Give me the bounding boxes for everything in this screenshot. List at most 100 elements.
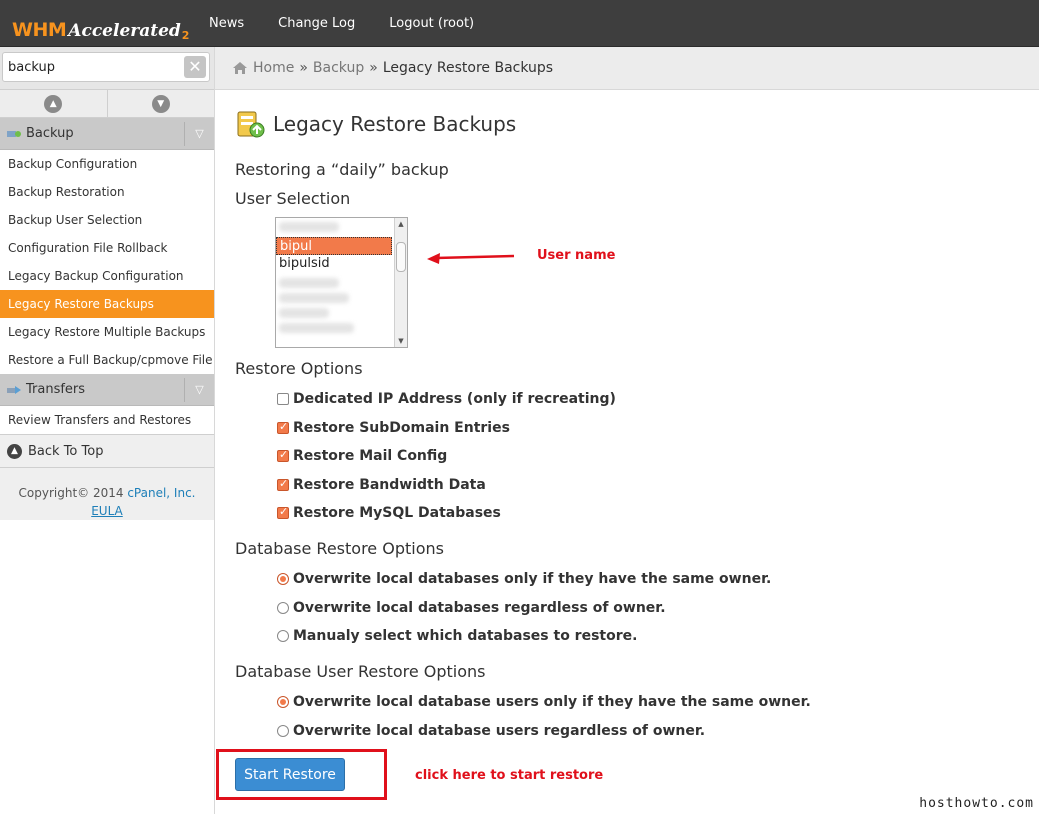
blurred-user-option xyxy=(279,323,354,333)
page-title: Legacy Restore Backups xyxy=(273,112,517,136)
arrow-up-icon: ▲ xyxy=(44,94,63,113)
scroll-down-button[interactable]: ▼ xyxy=(106,90,215,117)
scroll-down-arrow-icon[interactable]: ▼ xyxy=(395,335,407,347)
option-restore-bandwidth[interactable]: Restore Bandwidth Data xyxy=(277,477,486,493)
legacy-restore-icon xyxy=(237,111,265,138)
checkbox[interactable] xyxy=(277,393,289,405)
option-label: Restore Mail Config xyxy=(293,448,448,464)
top-bar: WHM Accelerated 2 News Change Log Logout… xyxy=(0,0,1039,47)
top-nav: News Change Log Logout (root) xyxy=(209,0,508,47)
logo-accelerated-text: Accelerated xyxy=(68,21,181,41)
sidebar-scroll-controls: ▲ ▼ xyxy=(0,90,214,118)
option-restore-mail[interactable]: Restore Mail Config xyxy=(277,448,447,464)
search-box: ✕ xyxy=(2,52,210,82)
list-scrollbar[interactable]: ▲ ▼ xyxy=(394,218,407,347)
checkbox[interactable] xyxy=(277,505,289,519)
user-option-bipulsid[interactable]: bipulsid xyxy=(276,255,392,273)
radio-button[interactable] xyxy=(277,696,289,708)
transfers-icon xyxy=(7,385,21,394)
breadcrumb-home[interactable]: Home xyxy=(253,60,294,76)
scrollbar-thumb[interactable] xyxy=(396,242,406,272)
back-to-top-label: Back To Top xyxy=(28,443,104,459)
sidebar-item-legacy-restore-backups[interactable]: Legacy Restore Backups xyxy=(0,290,214,318)
arrow-down-icon: ▼ xyxy=(151,94,170,113)
radio-button[interactable] xyxy=(277,630,289,642)
whm-logo[interactable]: WHM Accelerated 2 xyxy=(12,8,190,43)
option-label: Overwrite local database users regardles… xyxy=(293,723,706,739)
arrow-up-icon: ▲ xyxy=(7,443,22,459)
sidebar-search-bar: ✕ xyxy=(0,47,214,90)
nav-logout-link[interactable]: Logout (root) xyxy=(389,16,474,31)
annotation-arrow-icon xyxy=(427,253,515,264)
option-label: Restore Bandwidth Data xyxy=(293,477,486,493)
restoring-heading: Restoring a “daily” backup xyxy=(235,160,449,179)
sidebar-item-restore-full-backup[interactable]: Restore a Full Backup/cpmove File xyxy=(0,346,214,374)
sidebar-item-backup-user-selection[interactable]: Backup User Selection xyxy=(0,206,214,234)
breadcrumb: Home » Backup » Legacy Restore Backups xyxy=(215,47,1039,90)
blurred-user-option xyxy=(279,278,339,288)
highlight-box xyxy=(216,749,387,800)
scroll-up-arrow-icon[interactable]: ▲ xyxy=(395,218,407,230)
cpanel-link[interactable]: cPanel, Inc. xyxy=(127,486,195,500)
restore-options-heading: Restore Options xyxy=(235,359,363,378)
chevron-down-icon[interactable]: ▽ xyxy=(184,122,214,146)
sidebar-item-legacy-backup-configuration[interactable]: Legacy Backup Configuration xyxy=(0,262,214,290)
chevron-down-icon[interactable]: ▽ xyxy=(184,378,214,402)
sidebar-group-label: Transfers xyxy=(26,382,86,397)
watermark: hosthowto.com xyxy=(919,796,1034,811)
breadcrumb-backup[interactable]: Backup xyxy=(313,60,364,76)
checkbox[interactable] xyxy=(277,448,289,462)
blurred-user-option xyxy=(279,308,329,318)
sidebar-group-label: Backup xyxy=(26,126,74,141)
option-label: Overwrite local databases regardless of … xyxy=(293,600,666,616)
copyright: Copyright© 2014 cPanel, Inc. EULA xyxy=(0,468,214,520)
option-label: Restore MySQL Databases xyxy=(293,505,501,521)
db-restore-heading: Database Restore Options xyxy=(235,539,444,558)
dbuser-option-regardless[interactable]: Overwrite local database users regardles… xyxy=(277,723,705,739)
option-label: Overwrite local databases only if they h… xyxy=(293,571,772,587)
backup-icon xyxy=(7,130,21,137)
search-input[interactable] xyxy=(3,53,173,81)
checkbox[interactable] xyxy=(277,420,289,434)
option-label: Dedicated IP Address (only if recreating… xyxy=(293,391,616,407)
logo-version-text: 2 xyxy=(181,29,190,42)
scroll-up-button[interactable]: ▲ xyxy=(0,90,107,117)
annotation-click-here: click here to start restore xyxy=(415,768,604,783)
db-option-manual[interactable]: Manualy select which databases to restor… xyxy=(277,628,637,644)
user-select-list[interactable]: bipul bipulsid ▲ ▼ xyxy=(275,217,408,348)
radio-button[interactable] xyxy=(277,725,289,737)
nav-news-link[interactable]: News xyxy=(209,16,244,31)
sidebar-group-backup[interactable]: Backup ▽ xyxy=(0,118,214,150)
option-restore-mysql[interactable]: Restore MySQL Databases xyxy=(277,505,501,521)
sidebar-item-configuration-file-rollback[interactable]: Configuration File Rollback xyxy=(0,234,214,262)
db-option-regardless[interactable]: Overwrite local databases regardless of … xyxy=(277,600,666,616)
clear-search-icon[interactable]: ✕ xyxy=(184,56,206,78)
home-icon[interactable] xyxy=(232,61,248,75)
sidebar-group-transfers[interactable]: Transfers ▽ xyxy=(0,374,214,406)
eula-link[interactable]: EULA xyxy=(91,504,123,518)
logo-whm-text: WHM xyxy=(12,19,67,41)
radio-button[interactable] xyxy=(277,602,289,614)
sidebar: ✕ ▲ ▼ Backup ▽ Backup Configuration Back… xyxy=(0,47,215,814)
db-user-restore-heading: Database User Restore Options xyxy=(235,662,486,681)
annotation-user-name: User name xyxy=(537,248,616,263)
db-option-same-owner[interactable]: Overwrite local databases only if they h… xyxy=(277,571,771,587)
breadcrumb-separator: » xyxy=(369,60,378,76)
option-label: Restore SubDomain Entries xyxy=(293,420,510,436)
nav-changelog-link[interactable]: Change Log xyxy=(278,16,355,31)
dbuser-option-same-owner[interactable]: Overwrite local database users only if t… xyxy=(277,694,811,710)
option-dedicated-ip[interactable]: Dedicated IP Address (only if recreating… xyxy=(277,391,616,407)
sidebar-item-backup-configuration[interactable]: Backup Configuration xyxy=(0,150,214,178)
checkbox[interactable] xyxy=(277,477,289,491)
back-to-top-link[interactable]: ▲ Back To Top xyxy=(0,434,214,468)
breadcrumb-current: Legacy Restore Backups xyxy=(382,60,554,76)
option-restore-subdomain[interactable]: Restore SubDomain Entries xyxy=(277,420,510,436)
sidebar-item-backup-restoration[interactable]: Backup Restoration xyxy=(0,178,214,206)
page-header: Legacy Restore Backups xyxy=(235,108,516,140)
user-option-bipul[interactable]: bipul xyxy=(276,237,392,255)
radio-button[interactable] xyxy=(277,573,289,585)
blurred-user-option xyxy=(279,293,349,303)
sidebar-item-review-transfers[interactable]: Review Transfers and Restores xyxy=(0,406,214,434)
sidebar-item-legacy-restore-multiple-backups[interactable]: Legacy Restore Multiple Backups xyxy=(0,318,214,346)
user-selection-heading: User Selection xyxy=(235,189,351,208)
